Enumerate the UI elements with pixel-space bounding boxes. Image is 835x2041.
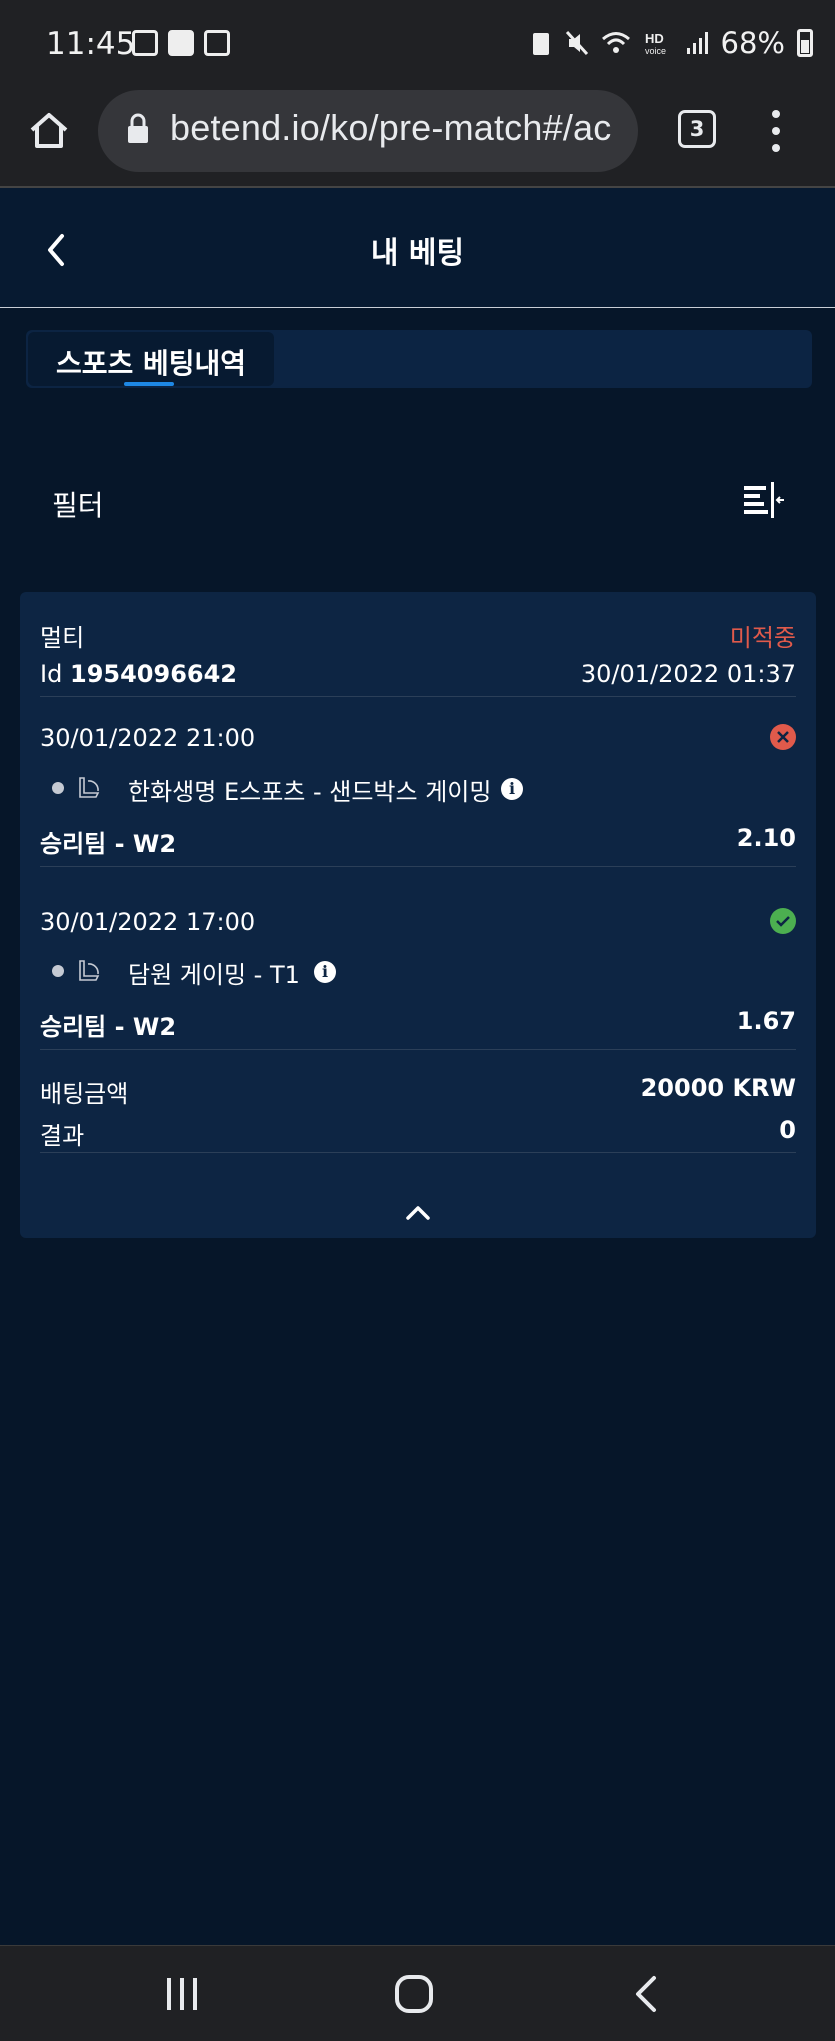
tab-label: 스포츠 베팅내역 (55, 347, 247, 380)
mute-icon (565, 30, 588, 56)
filter-label: 필터 (52, 489, 104, 522)
lock-icon (128, 113, 148, 143)
result-value: 0 (779, 1116, 796, 1144)
bet-id-label: Id (40, 660, 63, 688)
info-icon[interactable]: i (314, 961, 336, 983)
home-nav-icon[interactable] (394, 1974, 434, 2014)
stake-label: 배팅금액 (40, 1080, 129, 1108)
signal-icon (686, 32, 708, 54)
home-icon[interactable] (26, 108, 72, 154)
divider (40, 866, 796, 867)
selection-datetime: 30/01/2022 21:00 (40, 724, 256, 752)
divider (40, 696, 796, 697)
battery-saver-icon (532, 33, 549, 55)
svg-text:voice: voice (645, 46, 666, 56)
hd-voice-icon: HDvoice (645, 31, 666, 56)
webtoon-icon (168, 30, 194, 56)
status-bar: 11:45 HD voice 68% (0, 0, 835, 90)
recent-apps-icon[interactable] (164, 1976, 200, 2012)
active-tab-indicator (124, 382, 174, 386)
battery-percent: 68% (720, 26, 785, 60)
tab-sports-bet-history[interactable]: 스포츠 베팅내역 (28, 332, 274, 386)
selection-market: 승리팀 - W2 (40, 1013, 177, 1041)
divider (40, 1049, 796, 1050)
won-icon (770, 908, 796, 934)
selection-match: 담원 게이밍 - T1 (128, 961, 300, 989)
more-options-icon[interactable] (768, 106, 784, 156)
bet-type: 멀티 (40, 624, 85, 652)
wifi-icon (601, 32, 630, 53)
status-time: 11:45 (46, 26, 136, 62)
chevron-up-icon[interactable] (396, 1200, 440, 1226)
divider (40, 1152, 796, 1153)
selection-datetime: 30/01/2022 17:00 (40, 908, 256, 936)
tab-switcher-button[interactable]: 3 (678, 110, 716, 148)
info-icon[interactable]: i (501, 778, 523, 800)
page-title: 내 베팅 (370, 236, 465, 271)
twitch-icon (204, 30, 230, 56)
bet-placed-at: 30/01/2022 01:37 (580, 660, 796, 688)
bet-card: 멀티 미적중 Id 1954096642 30/01/2022 01:37 30… (20, 592, 816, 1238)
svg-text:HD: HD (645, 31, 664, 46)
battery-icon (797, 29, 813, 57)
selection-match: 한화생명 E스포츠 - 샌드박스 게이밍 (128, 778, 492, 806)
lost-icon (770, 724, 796, 750)
bet-status-badge: 미적중 (729, 624, 796, 652)
tab-bar: 스포츠 베팅내역 (26, 330, 812, 388)
bullet-dot (52, 965, 64, 977)
lol-esports-icon (79, 960, 100, 981)
address-bar[interactable]: betend.io/ko/pre-match#/ac (98, 90, 638, 172)
lol-esports-icon (79, 777, 100, 798)
stake-value: 20000 KRW (640, 1074, 796, 1102)
bullet-dot (52, 782, 64, 794)
filter-toggle-icon[interactable] (740, 480, 786, 520)
bet-id-value: 1954096642 (70, 660, 237, 688)
selection-market: 승리팀 - W2 (40, 830, 177, 858)
gallery-icon (132, 30, 158, 56)
system-nav-bar (0, 1945, 835, 2041)
browser-toolbar: betend.io/ko/pre-match#/ac 3 (0, 90, 835, 188)
back-nav-icon[interactable] (632, 1974, 660, 2014)
selection-odds: 2.10 (736, 824, 796, 852)
selection-odds: 1.67 (736, 1007, 796, 1035)
result-label: 결과 (40, 1122, 85, 1150)
url-text[interactable]: betend.io/ko/pre-match#/ac (170, 107, 611, 149)
page-header: 내 베팅 (0, 188, 835, 308)
